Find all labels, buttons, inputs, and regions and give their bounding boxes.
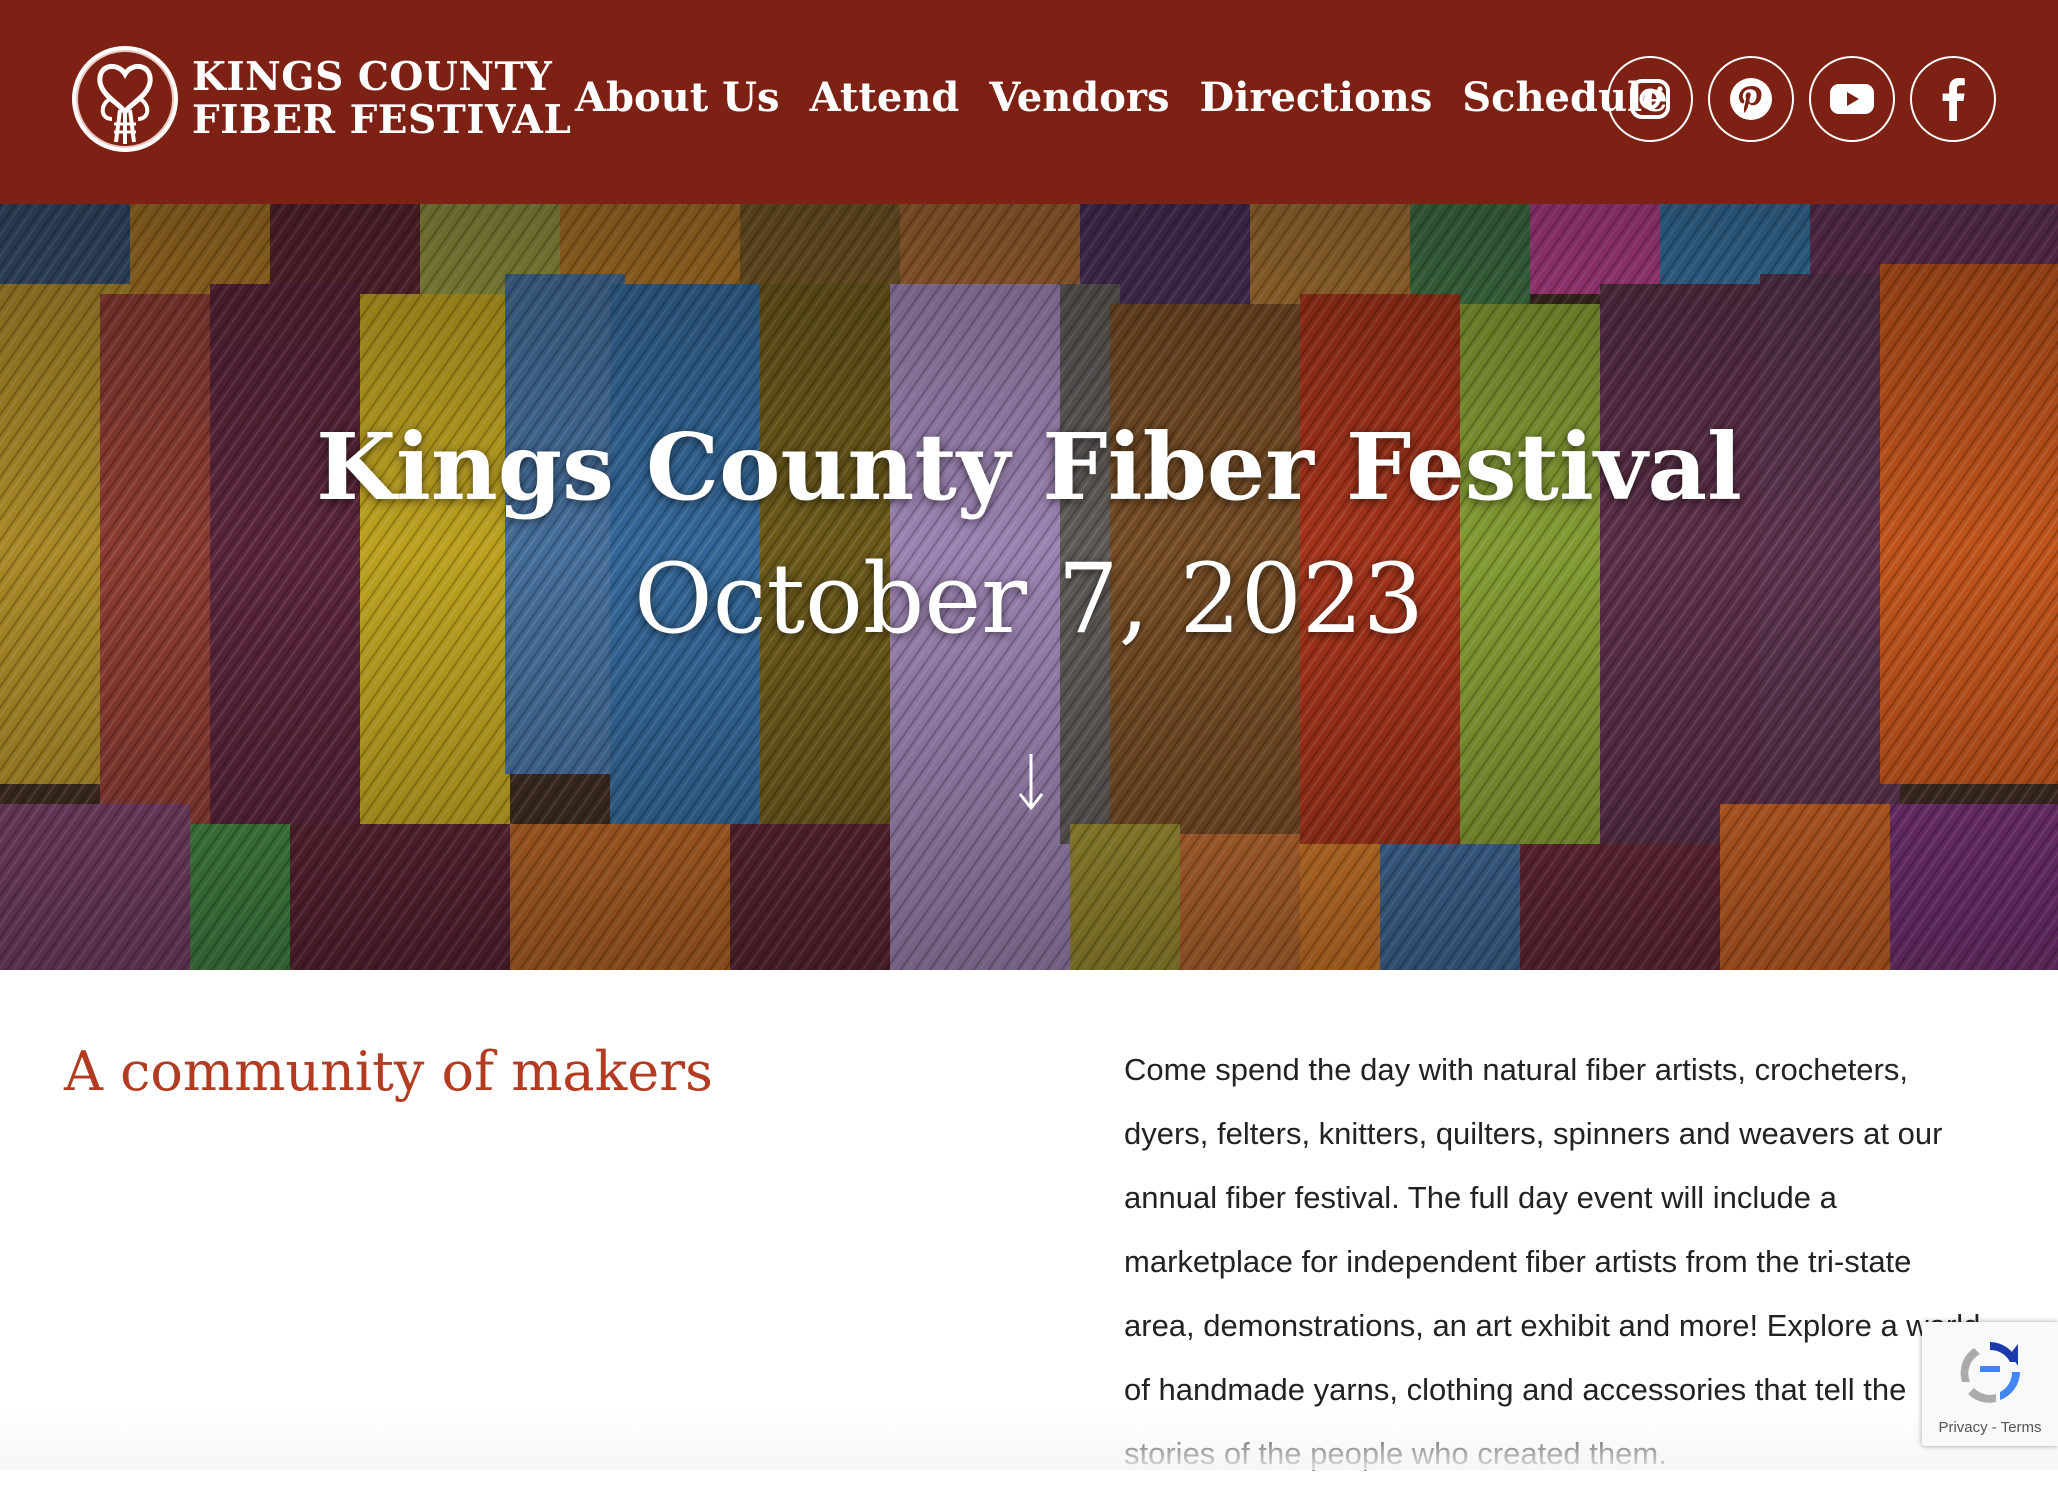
hero-title: Kings County Fiber Festival [316,413,1742,521]
recaptcha-badge[interactable]: Privacy - Terms [1922,1322,2058,1446]
hero-date: October 7, 2023 [634,543,1424,655]
pinterest-button[interactable] [1708,56,1794,142]
hero-banner: Kings County Fiber Festival October 7, 2… [0,204,2058,970]
nav-directions[interactable]: Directions [1200,70,1433,126]
nav-about-us[interactable]: About Us [575,70,780,126]
site-header: KINGS COUNTY FIBER FESTIVAL About Us Att… [0,0,2058,204]
facebook-button[interactable] [1910,56,1996,142]
site-logo[interactable]: KINGS COUNTY FIBER FESTIVAL [70,44,571,154]
heart-knot-logo-icon [72,46,178,152]
section-heading: A community of makers [64,1040,713,1103]
recaptcha-links: Privacy - Terms [1922,1419,2058,1436]
bottom-fade [0,1410,2058,1470]
logo-wordmark: KINGS COUNTY FIBER FESTIVAL [192,56,571,142]
recaptcha-icon [1960,1342,2020,1403]
youtube-icon [1830,84,1874,114]
logo-line-1: KINGS COUNTY [192,54,553,100]
instagram-button[interactable] [1607,56,1693,142]
recaptcha-separator: - [1987,1419,2001,1436]
instagram-icon [1630,79,1670,119]
youtube-button[interactable] [1809,56,1895,142]
logo-line-2: FIBER FESTIVAL [192,97,572,143]
nav-attend[interactable]: Attend [810,70,960,126]
facebook-icon [1942,78,1965,121]
nav-vendors[interactable]: Vendors [989,70,1169,126]
pinterest-icon [1730,78,1772,120]
main-nav: About Us Attend Vendors Directions Sched… [575,70,1698,126]
scroll-down-arrow-icon[interactable] [1016,752,1046,812]
social-links [1607,56,2011,142]
recaptcha-terms-link[interactable]: Terms [2001,1419,2042,1436]
recaptcha-privacy-link[interactable]: Privacy [1938,1419,1987,1436]
